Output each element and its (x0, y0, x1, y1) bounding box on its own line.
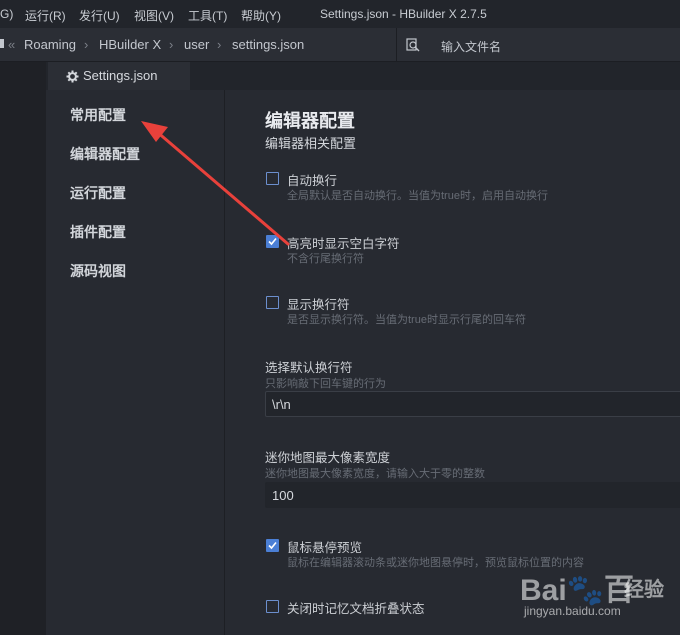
show-whitespace-checkbox[interactable] (266, 235, 279, 248)
watermark-text: 经验 (624, 579, 664, 601)
show-line-breaks-checkbox[interactable] (266, 296, 279, 309)
breadcrumb-user[interactable]: user (184, 37, 209, 52)
field-label: 选择默认换行符 (265, 361, 353, 375)
search-input[interactable]: 输入文件名 (441, 38, 501, 55)
sidebar-item-run[interactable]: 运行配置 (70, 183, 126, 203)
check-icon (268, 541, 277, 550)
check-icon (268, 237, 277, 246)
field-desc: 只影响敲下回车键的行为 (265, 378, 386, 390)
menu-item-tools[interactable]: 工具(T) (188, 7, 227, 24)
chevron-right-icon: › (84, 37, 89, 52)
watermark-url: jingyan.baidu.com (524, 604, 621, 618)
watermark-logo: Bai🐾百 (520, 574, 635, 607)
breadcrumb-hbuilderx[interactable]: HBuilder X (99, 37, 161, 52)
menu-item-run[interactable]: 运行(R) (25, 7, 66, 24)
option-label: 关闭时记忆文档折叠状态 (287, 602, 425, 616)
word-wrap-checkbox[interactable] (266, 172, 279, 185)
settings-content: 编辑器配置 编辑器相关配置 自动换行 全局默认是否自动换行。当值为true时，启… (225, 90, 680, 635)
chevron-right-icon: › (217, 37, 222, 52)
breadcrumb-settings[interactable]: settings.json (232, 37, 304, 52)
option-desc: 是否显示换行符。当值为true时显示行尾的回车符 (287, 314, 526, 326)
window-title: Settings.json - HBuilder X 2.7.5 (320, 7, 487, 21)
file-search[interactable]: 输入文件名 (396, 28, 680, 61)
tab-bar: Settings.json (46, 62, 680, 90)
menu-item-help[interactable]: 帮助(Y) (241, 7, 281, 24)
remember-folding-checkbox[interactable] (266, 600, 279, 613)
sidebar-item-source-view[interactable]: 源码视图 (70, 261, 126, 281)
settings-sidebar: 常用配置 编辑器配置 运行配置 插件配置 源码视图 (46, 90, 225, 635)
hover-preview-checkbox[interactable] (266, 539, 279, 552)
sidebar-item-editor[interactable]: 编辑器配置 (70, 144, 140, 164)
chevron-right-icon: › (169, 37, 174, 52)
gear-icon (66, 70, 79, 83)
breadcrumb-roaming[interactable]: Roaming (24, 37, 76, 52)
tab-label: Settings.json (83, 68, 158, 83)
baidu-watermark: Bai🐾百 经验 jingyan.baidu.com (520, 557, 680, 635)
chevron-double-left-icon[interactable]: « (8, 37, 15, 52)
field-label: 迷你地图最大像素宽度 (265, 451, 391, 465)
activity-strip (0, 62, 46, 635)
default-eol-select[interactable] (265, 391, 680, 417)
option-desc: 全局默认是否自动换行。当值为true时，启用自动换行 (287, 190, 548, 202)
search-file-icon (406, 38, 420, 52)
section-title: 编辑器配置 (265, 111, 355, 131)
handle-icon (0, 39, 4, 48)
field-desc: 迷你地图最大像素宽度，请输入大于零的整数 (265, 468, 485, 480)
menu-item-g[interactable]: G) (0, 7, 13, 21)
sidebar-item-plugins[interactable]: 插件配置 (70, 222, 126, 242)
tab-settings-json[interactable]: Settings.json (48, 62, 190, 90)
sidebar-item-common[interactable]: 常用配置 (70, 105, 126, 125)
minimap-width-input[interactable] (265, 482, 680, 508)
menu-item-publish[interactable]: 发行(U) (79, 7, 120, 24)
breadcrumb: « Roaming › HBuilder X › user › settings… (0, 28, 680, 62)
option-desc: 不含行尾换行符 (287, 253, 364, 265)
section-subtitle: 编辑器相关配置 (265, 136, 357, 151)
menu-bar: G) 运行(R) 发行(U) 视图(V) 工具(T) 帮助(Y) Setting… (0, 0, 680, 28)
menu-item-view[interactable]: 视图(V) (134, 7, 174, 24)
